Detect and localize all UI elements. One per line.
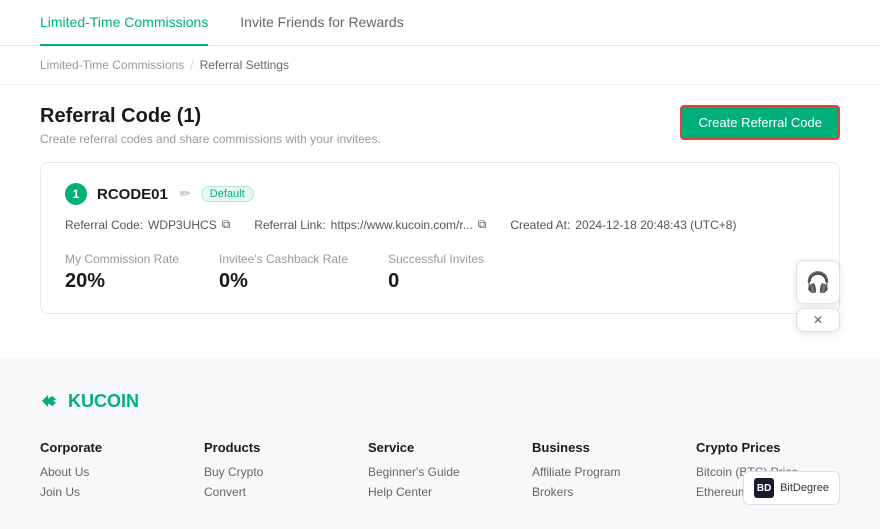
edit-icon[interactable]: ✏: [180, 186, 191, 202]
support-button[interactable]: 🎧: [796, 260, 840, 304]
stat-invites-value: 0: [388, 270, 484, 293]
footer-col-title-business: Business: [532, 440, 676, 455]
stat-cashback-rate: Invitee's Cashback Rate 0%: [219, 252, 348, 293]
card-number: 1: [65, 183, 87, 205]
tab-limited-time[interactable]: Limited-Time Commissions: [40, 0, 208, 46]
created-at-item: Created At: 2024-12-18 20:48:43 (UTC+8): [510, 218, 736, 232]
copy-link-icon[interactable]: ⧉: [478, 217, 487, 232]
footer-wrapper: KUCOIN Corporate About Us Join Us Produc…: [0, 358, 880, 529]
footer-col-title-products: Products: [204, 440, 348, 455]
footer-col-corporate: Corporate About Us Join Us: [40, 440, 184, 505]
footer-col-title-service: Service: [368, 440, 512, 455]
footer-link-brokers[interactable]: Brokers: [532, 485, 676, 499]
stat-cashback-value: 0%: [219, 270, 348, 293]
kucoin-logo-icon: [40, 390, 62, 412]
referral-code-value: WDP3UHCS: [148, 218, 217, 232]
created-at-label: Created At:: [510, 218, 570, 232]
footer-grid: Corporate About Us Join Us Products Buy …: [40, 440, 840, 505]
stat-cashback-label: Invitee's Cashback Rate: [219, 252, 348, 266]
tabs-bar: Limited-Time Commissions Invite Friends …: [0, 0, 880, 46]
footer-col-service: Service Beginner's Guide Help Center: [368, 440, 512, 505]
bitdegree-label: BitDegree: [780, 482, 829, 494]
footer-col-title-corporate: Corporate: [40, 440, 184, 455]
page-title: Referral Code (1): [40, 105, 381, 128]
referral-code-item: Referral Code: WDP3UHCS ⧉: [65, 217, 230, 232]
tab-invite-friends[interactable]: Invite Friends for Rewards: [240, 0, 403, 46]
breadcrumb-separator: /: [190, 58, 193, 72]
footer-link-join[interactable]: Join Us: [40, 485, 184, 499]
footer-link-beginners-guide[interactable]: Beginner's Guide: [368, 465, 512, 479]
stat-commission-rate: My Commission Rate 20%: [65, 252, 179, 293]
code-name: RCODE01: [97, 186, 168, 203]
stat-invites-label: Successful Invites: [388, 252, 484, 266]
create-referral-code-button[interactable]: Create Referral Code: [680, 105, 840, 140]
referral-card: 1 RCODE01 ✏ Default Referral Code: WDP3U…: [40, 162, 840, 314]
footer-col-business: Business Affiliate Program Brokers: [532, 440, 676, 505]
bitdegree-icon: BD: [754, 478, 774, 498]
card-header: 1 RCODE01 ✏ Default: [65, 183, 815, 205]
footer-link-about[interactable]: About Us: [40, 465, 184, 479]
card-stats: My Commission Rate 20% Invitee's Cashbac…: [65, 244, 815, 293]
breadcrumb: Limited-Time Commissions / Referral Sett…: [0, 46, 880, 85]
footer-col-title-crypto-prices: Crypto Prices: [696, 440, 840, 455]
breadcrumb-current: Referral Settings: [200, 58, 289, 72]
page-header: Referral Code (1) Create referral codes …: [0, 85, 880, 162]
referral-link-label: Referral Link:: [254, 218, 325, 232]
default-badge: Default: [201, 186, 254, 202]
footer-logo-text: KUCOIN: [68, 391, 139, 412]
support-widget: 🎧 ✕: [796, 260, 840, 332]
footer-link-convert[interactable]: Convert: [204, 485, 348, 499]
stat-successful-invites: Successful Invites 0: [388, 252, 484, 293]
page-subtitle: Create referral codes and share commissi…: [40, 132, 381, 146]
stat-commission-label: My Commission Rate: [65, 252, 179, 266]
stat-commission-value: 20%: [65, 270, 179, 293]
footer-col-products: Products Buy Crypto Convert: [204, 440, 348, 505]
footer-logo: KUCOIN: [40, 390, 840, 412]
main-content: 1 RCODE01 ✏ Default Referral Code: WDP3U…: [0, 162, 880, 338]
created-at-value: 2024-12-18 20:48:43 (UTC+8): [575, 218, 736, 232]
breadcrumb-parent[interactable]: Limited-Time Commissions: [40, 58, 184, 72]
support-close-button[interactable]: ✕: [796, 308, 840, 332]
referral-code-label: Referral Code:: [65, 218, 143, 232]
copy-code-icon[interactable]: ⧉: [222, 217, 231, 232]
referral-link-item: Referral Link: https://www.kucoin.com/r.…: [254, 217, 486, 232]
footer-link-buy-crypto[interactable]: Buy Crypto: [204, 465, 348, 479]
referral-link-value: https://www.kucoin.com/r...: [331, 218, 473, 232]
footer-link-affiliate[interactable]: Affiliate Program: [532, 465, 676, 479]
footer-link-help-center[interactable]: Help Center: [368, 485, 512, 499]
card-info-items: Referral Code: WDP3UHCS ⧉ Referral Link:…: [65, 217, 815, 232]
